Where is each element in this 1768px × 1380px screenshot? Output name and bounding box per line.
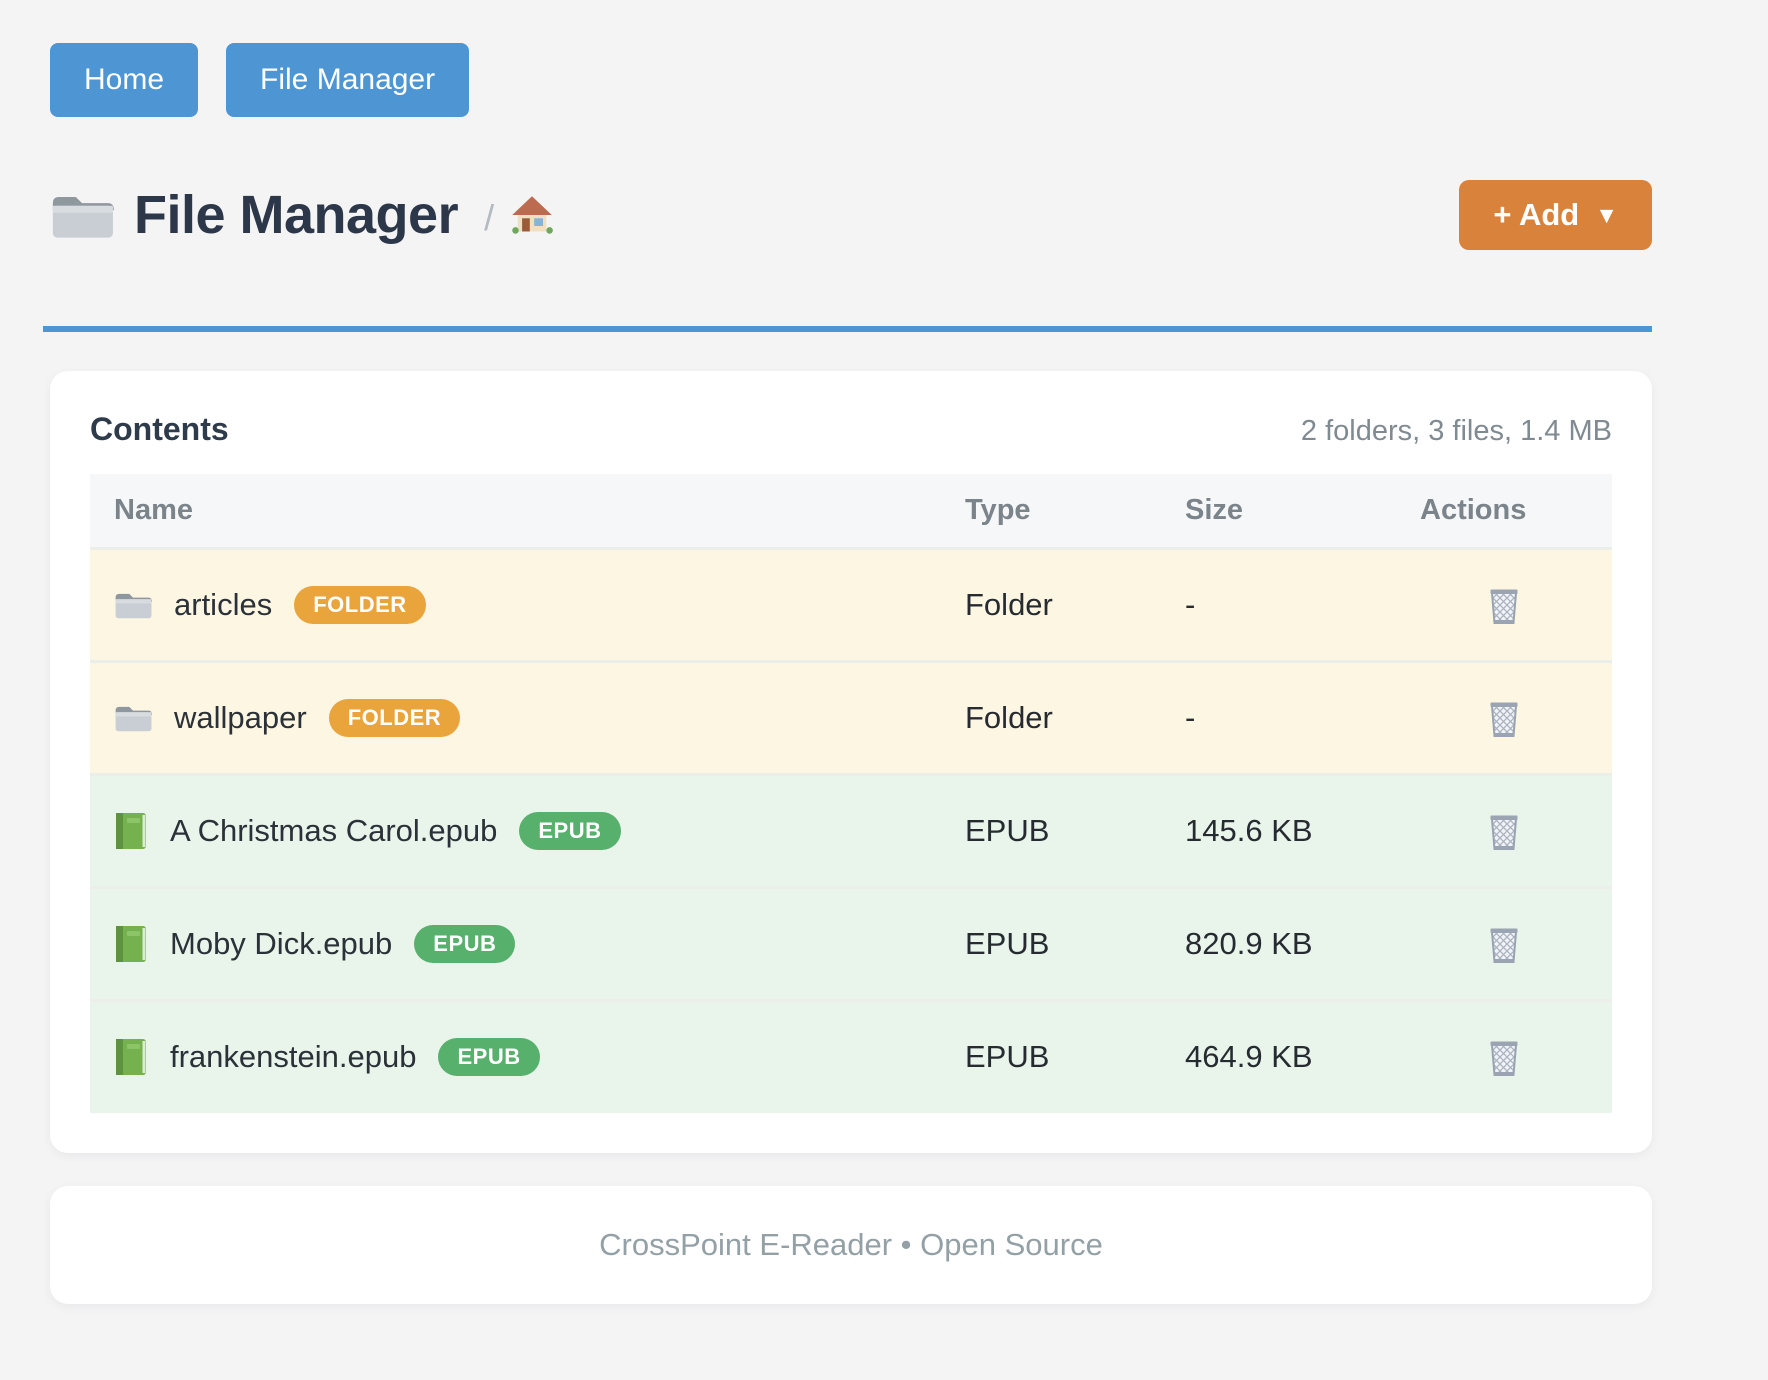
folder-icon (114, 589, 152, 621)
delete-button[interactable] (1482, 580, 1526, 630)
type-badge: EPUB (414, 925, 515, 963)
contents-title: Contents (90, 411, 229, 448)
top-nav: Home File Manager (50, 43, 1652, 117)
wastebasket-icon (1486, 923, 1522, 965)
breadcrumb-separator: / (484, 197, 494, 239)
wastebasket-icon (1486, 584, 1522, 626)
type-badge: FOLDER (294, 586, 425, 624)
contents-summary: 2 folders, 3 files, 1.4 MB (1301, 415, 1612, 448)
chevron-down-icon: ▼ (1595, 202, 1618, 229)
column-header-actions: Actions (1396, 474, 1612, 548)
home-icon[interactable] (510, 194, 554, 236)
green-book-icon (114, 811, 148, 851)
wastebasket-icon (1486, 697, 1522, 739)
item-type: Folder (941, 661, 1161, 774)
footer-text: CrossPoint E-Reader • Open Source (599, 1227, 1103, 1263)
green-book-icon (114, 924, 148, 964)
item-name-link[interactable]: frankenstein.epub (170, 1039, 416, 1075)
delete-button[interactable] (1482, 919, 1526, 969)
item-type: EPUB (941, 887, 1161, 1000)
header-divider (43, 326, 1652, 332)
table-row: wallpaper FOLDER Folder - (90, 661, 1612, 774)
file-table: Name Type Size Actions articles FOLDER F… (90, 474, 1612, 1113)
page-title-group: File Manager / (50, 184, 554, 246)
folder-icon (114, 702, 152, 734)
page-header: File Manager / + Add ▼ (50, 172, 1652, 258)
folder-icon (50, 189, 114, 242)
delete-button[interactable] (1482, 1032, 1526, 1082)
item-name-link[interactable]: Moby Dick.epub (170, 926, 392, 962)
add-button[interactable]: + Add ▼ (1459, 180, 1652, 250)
type-badge: EPUB (519, 812, 620, 850)
footer: CrossPoint E-Reader • Open Source (50, 1186, 1652, 1304)
item-size: - (1161, 661, 1396, 774)
home-button[interactable]: Home (50, 43, 198, 117)
delete-button[interactable] (1482, 806, 1526, 856)
item-size: 464.9 KB (1161, 1000, 1396, 1113)
green-book-icon (114, 1037, 148, 1077)
table-row: frankenstein.epub EPUB EPUB 464.9 KB (90, 1000, 1612, 1113)
column-header-name: Name (90, 474, 941, 548)
wastebasket-icon (1486, 1036, 1522, 1078)
item-name-link[interactable]: A Christmas Carol.epub (170, 813, 497, 849)
page-title: File Manager (134, 184, 458, 246)
file-manager-button[interactable]: File Manager (226, 43, 469, 117)
item-name-link[interactable]: wallpaper (174, 700, 307, 736)
item-size: 820.9 KB (1161, 887, 1396, 1000)
delete-button[interactable] (1482, 693, 1526, 743)
table-row: A Christmas Carol.epub EPUB EPUB 145.6 K… (90, 774, 1612, 887)
contents-card: Contents 2 folders, 3 files, 1.4 MB Name… (50, 371, 1652, 1153)
item-type: EPUB (941, 1000, 1161, 1113)
item-type: Folder (941, 548, 1161, 661)
add-button-label: + Add (1493, 197, 1579, 233)
item-type: EPUB (941, 774, 1161, 887)
column-header-size: Size (1161, 474, 1396, 548)
item-name-link[interactable]: articles (174, 587, 272, 623)
page: Home File Manager File Manager / + Add ▼… (0, 0, 1768, 1344)
table-row: Moby Dick.epub EPUB EPUB 820.9 KB (90, 887, 1612, 1000)
item-size: 145.6 KB (1161, 774, 1396, 887)
contents-card-header: Contents 2 folders, 3 files, 1.4 MB (90, 411, 1612, 448)
table-row: articles FOLDER Folder - (90, 548, 1612, 661)
wastebasket-icon (1486, 810, 1522, 852)
column-header-type: Type (941, 474, 1161, 548)
type-badge: FOLDER (329, 699, 460, 737)
table-header-row: Name Type Size Actions (90, 474, 1612, 548)
item-size: - (1161, 548, 1396, 661)
type-badge: EPUB (438, 1038, 539, 1076)
